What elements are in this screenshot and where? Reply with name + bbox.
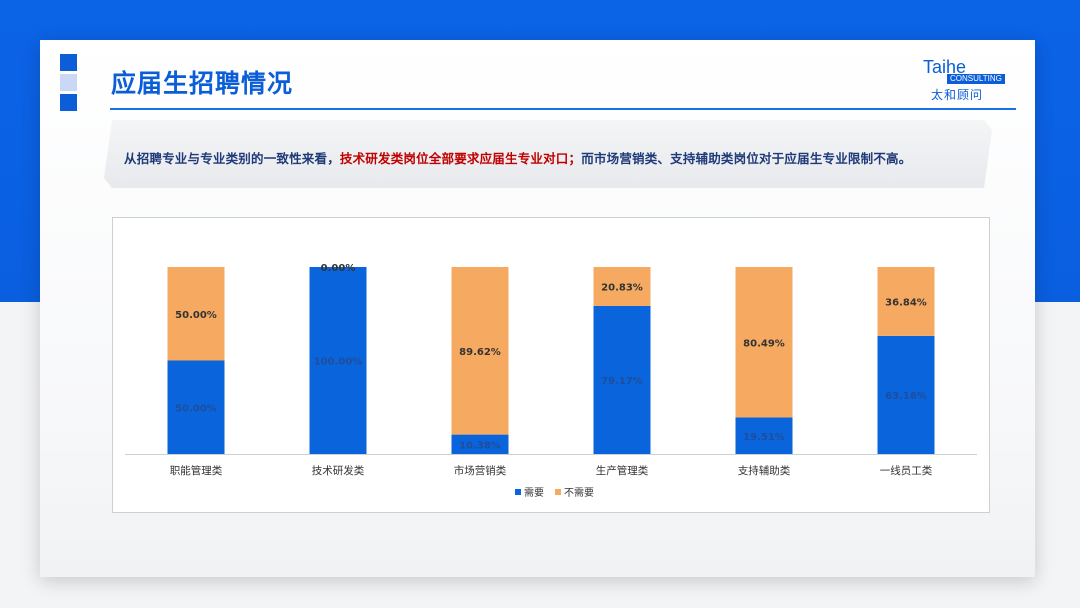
decor-square-bottom [60, 94, 77, 111]
category-label-0: 职能管理类 [170, 464, 223, 477]
data-label-need-0: 50.00% [175, 403, 217, 414]
category-label-5: 一线员工类 [880, 464, 933, 477]
legend-label-1: 不需要 [564, 487, 594, 499]
legend-label-0: 需要 [524, 487, 544, 499]
data-label-noneed-3: 20.83% [601, 282, 643, 293]
data-label-need-5: 63.16% [885, 391, 927, 402]
company-logo: Taihe CONSULTING 太和顾问 [921, 57, 1013, 103]
decor-square-top [60, 54, 77, 71]
logo-chinese-name: 太和顾问 [931, 88, 984, 102]
category-label-3: 生产管理类 [596, 464, 649, 477]
summary-text-part2: 技术研发类岗位全部要求应届生专业对口； [339, 151, 582, 166]
data-label-need-3: 79.17% [601, 376, 643, 387]
category-label-2: 市场营销类 [454, 464, 507, 477]
stacked-bar-chart: 50.00% 50.00% 职能管理类 100.00% 0.00% 技术研发类 10.38%… [125, 263, 977, 499]
page-title: 应届生招聘情况 [111, 69, 294, 98]
data-label-noneed-1: 0.00% [321, 263, 356, 274]
chart-container: 50.00% 50.00% 职能管理类 100.00% 0.00% 技术研发类 10.38%… [112, 217, 990, 513]
logo-subtitle: CONSULTING [947, 74, 1005, 84]
decor-square-middle [60, 74, 77, 91]
data-label-noneed-2: 89.62% [459, 347, 501, 358]
data-label-noneed-5: 36.84% [885, 297, 927, 308]
data-label-noneed-4: 80.49% [743, 338, 785, 349]
title-divider [110, 108, 1016, 110]
legend-swatch-0 [515, 489, 521, 495]
data-label-need-2: 10.38% [459, 440, 501, 451]
summary-text-part3: 而市场营销类、支持辅助类岗位对于应届生专业限制不高。 [581, 151, 912, 166]
data-label-noneed-0: 50.00% [175, 310, 217, 321]
data-label-need-1: 100.00% [314, 357, 363, 368]
summary-text: 从招聘专业与专业类别的一致性来看，技术研发类岗位全部要求应届生专业对口；而市场营… [124, 148, 911, 167]
category-label-1: 技术研发类 [312, 464, 365, 477]
category-label-4: 支持辅助类 [738, 464, 791, 477]
data-label-need-4: 19.51% [743, 432, 785, 443]
summary-text-part1: 从招聘专业与专业类别的一致性来看， [124, 151, 340, 166]
legend-swatch-1 [555, 489, 561, 495]
